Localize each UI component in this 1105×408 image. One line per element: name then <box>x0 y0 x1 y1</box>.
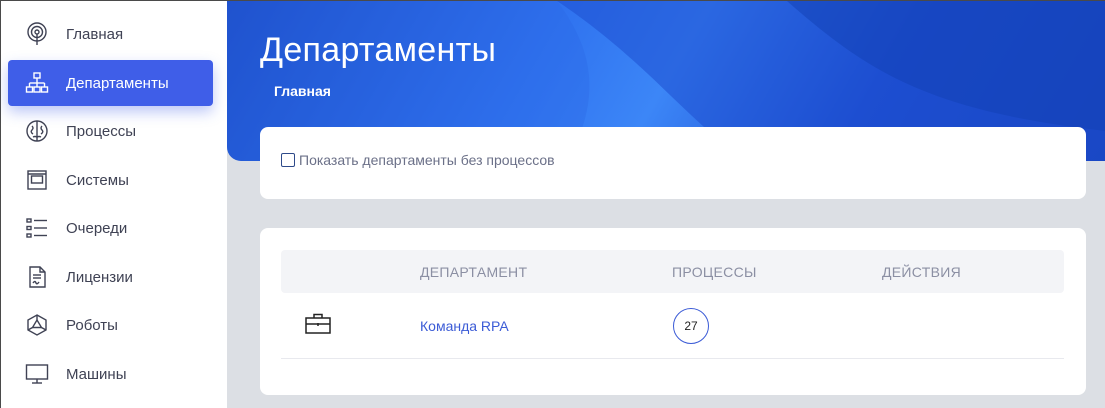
process-count-badge[interactable]: 27 <box>673 308 709 344</box>
sidebar-item-label: Процессы <box>66 122 137 140</box>
sidebar-item-label: Главная <box>66 25 124 43</box>
table-header: ДЕПАРТАМЕНТ ПРОЦЕССЫ ДЕЙСТВИЯ <box>281 250 1064 293</box>
table-row: Команда RPA 27 <box>281 293 1064 359</box>
column-header-actions: ДЕЙСТВИЯ <box>882 264 961 280</box>
sidebar-item-label: Департаменты <box>66 74 169 92</box>
document-icon <box>24 264 50 290</box>
breadcrumb[interactable]: Главная <box>274 83 331 99</box>
show-empty-departments-filter[interactable]: Показать департаменты без процессов <box>281 152 555 168</box>
sidebar-item-label: Очереди <box>66 219 128 237</box>
brain-icon <box>24 118 50 144</box>
departments-table: ДЕПАРТАМЕНТ ПРОЦЕССЫ ДЕЙСТВИЯ Команда RP… <box>260 228 1086 395</box>
department-link[interactable]: Команда RPA <box>420 318 509 334</box>
window-icon <box>24 167 50 193</box>
column-header-department: ДЕПАРТАМЕНТ <box>420 264 528 280</box>
monitor-icon <box>24 361 50 387</box>
radar-icon <box>24 21 50 47</box>
sidebar: Главная Департаменты Процессы Системы Оч… <box>1 1 227 408</box>
show-empty-departments-checkbox[interactable] <box>281 153 295 167</box>
sidebar-item-departments[interactable]: Департаменты <box>8 60 213 106</box>
sidebar-item-queues[interactable]: Очереди <box>8 205 213 251</box>
filter-card: Показать департаменты без процессов <box>260 127 1086 199</box>
sidebar-item-label: Роботы <box>66 316 118 334</box>
sidebar-item-label: Лицензии <box>66 268 133 286</box>
sidebar-item-licenses[interactable]: Лицензии <box>8 254 213 300</box>
sidebar-item-home[interactable]: Главная <box>8 11 213 57</box>
sidebar-item-processes[interactable]: Процессы <box>8 108 213 154</box>
sidebar-item-label: Машины <box>66 365 127 383</box>
main-content: Департаменты Главная Показать департамен… <box>227 1 1105 408</box>
sidebar-item-robots[interactable]: Роботы <box>8 302 213 348</box>
hierarchy-icon <box>24 70 50 96</box>
filter-label: Показать департаменты без процессов <box>299 152 555 168</box>
briefcase-icon <box>305 313 331 335</box>
column-header-processes: ПРОЦЕССЫ <box>672 264 757 280</box>
list-icon <box>24 215 50 241</box>
robot-icon <box>24 312 50 338</box>
sidebar-item-systems[interactable]: Системы <box>8 157 213 203</box>
sidebar-item-label: Системы <box>66 171 129 189</box>
sidebar-item-machines[interactable]: Машины <box>8 351 213 397</box>
page-title: Департаменты <box>260 31 497 69</box>
